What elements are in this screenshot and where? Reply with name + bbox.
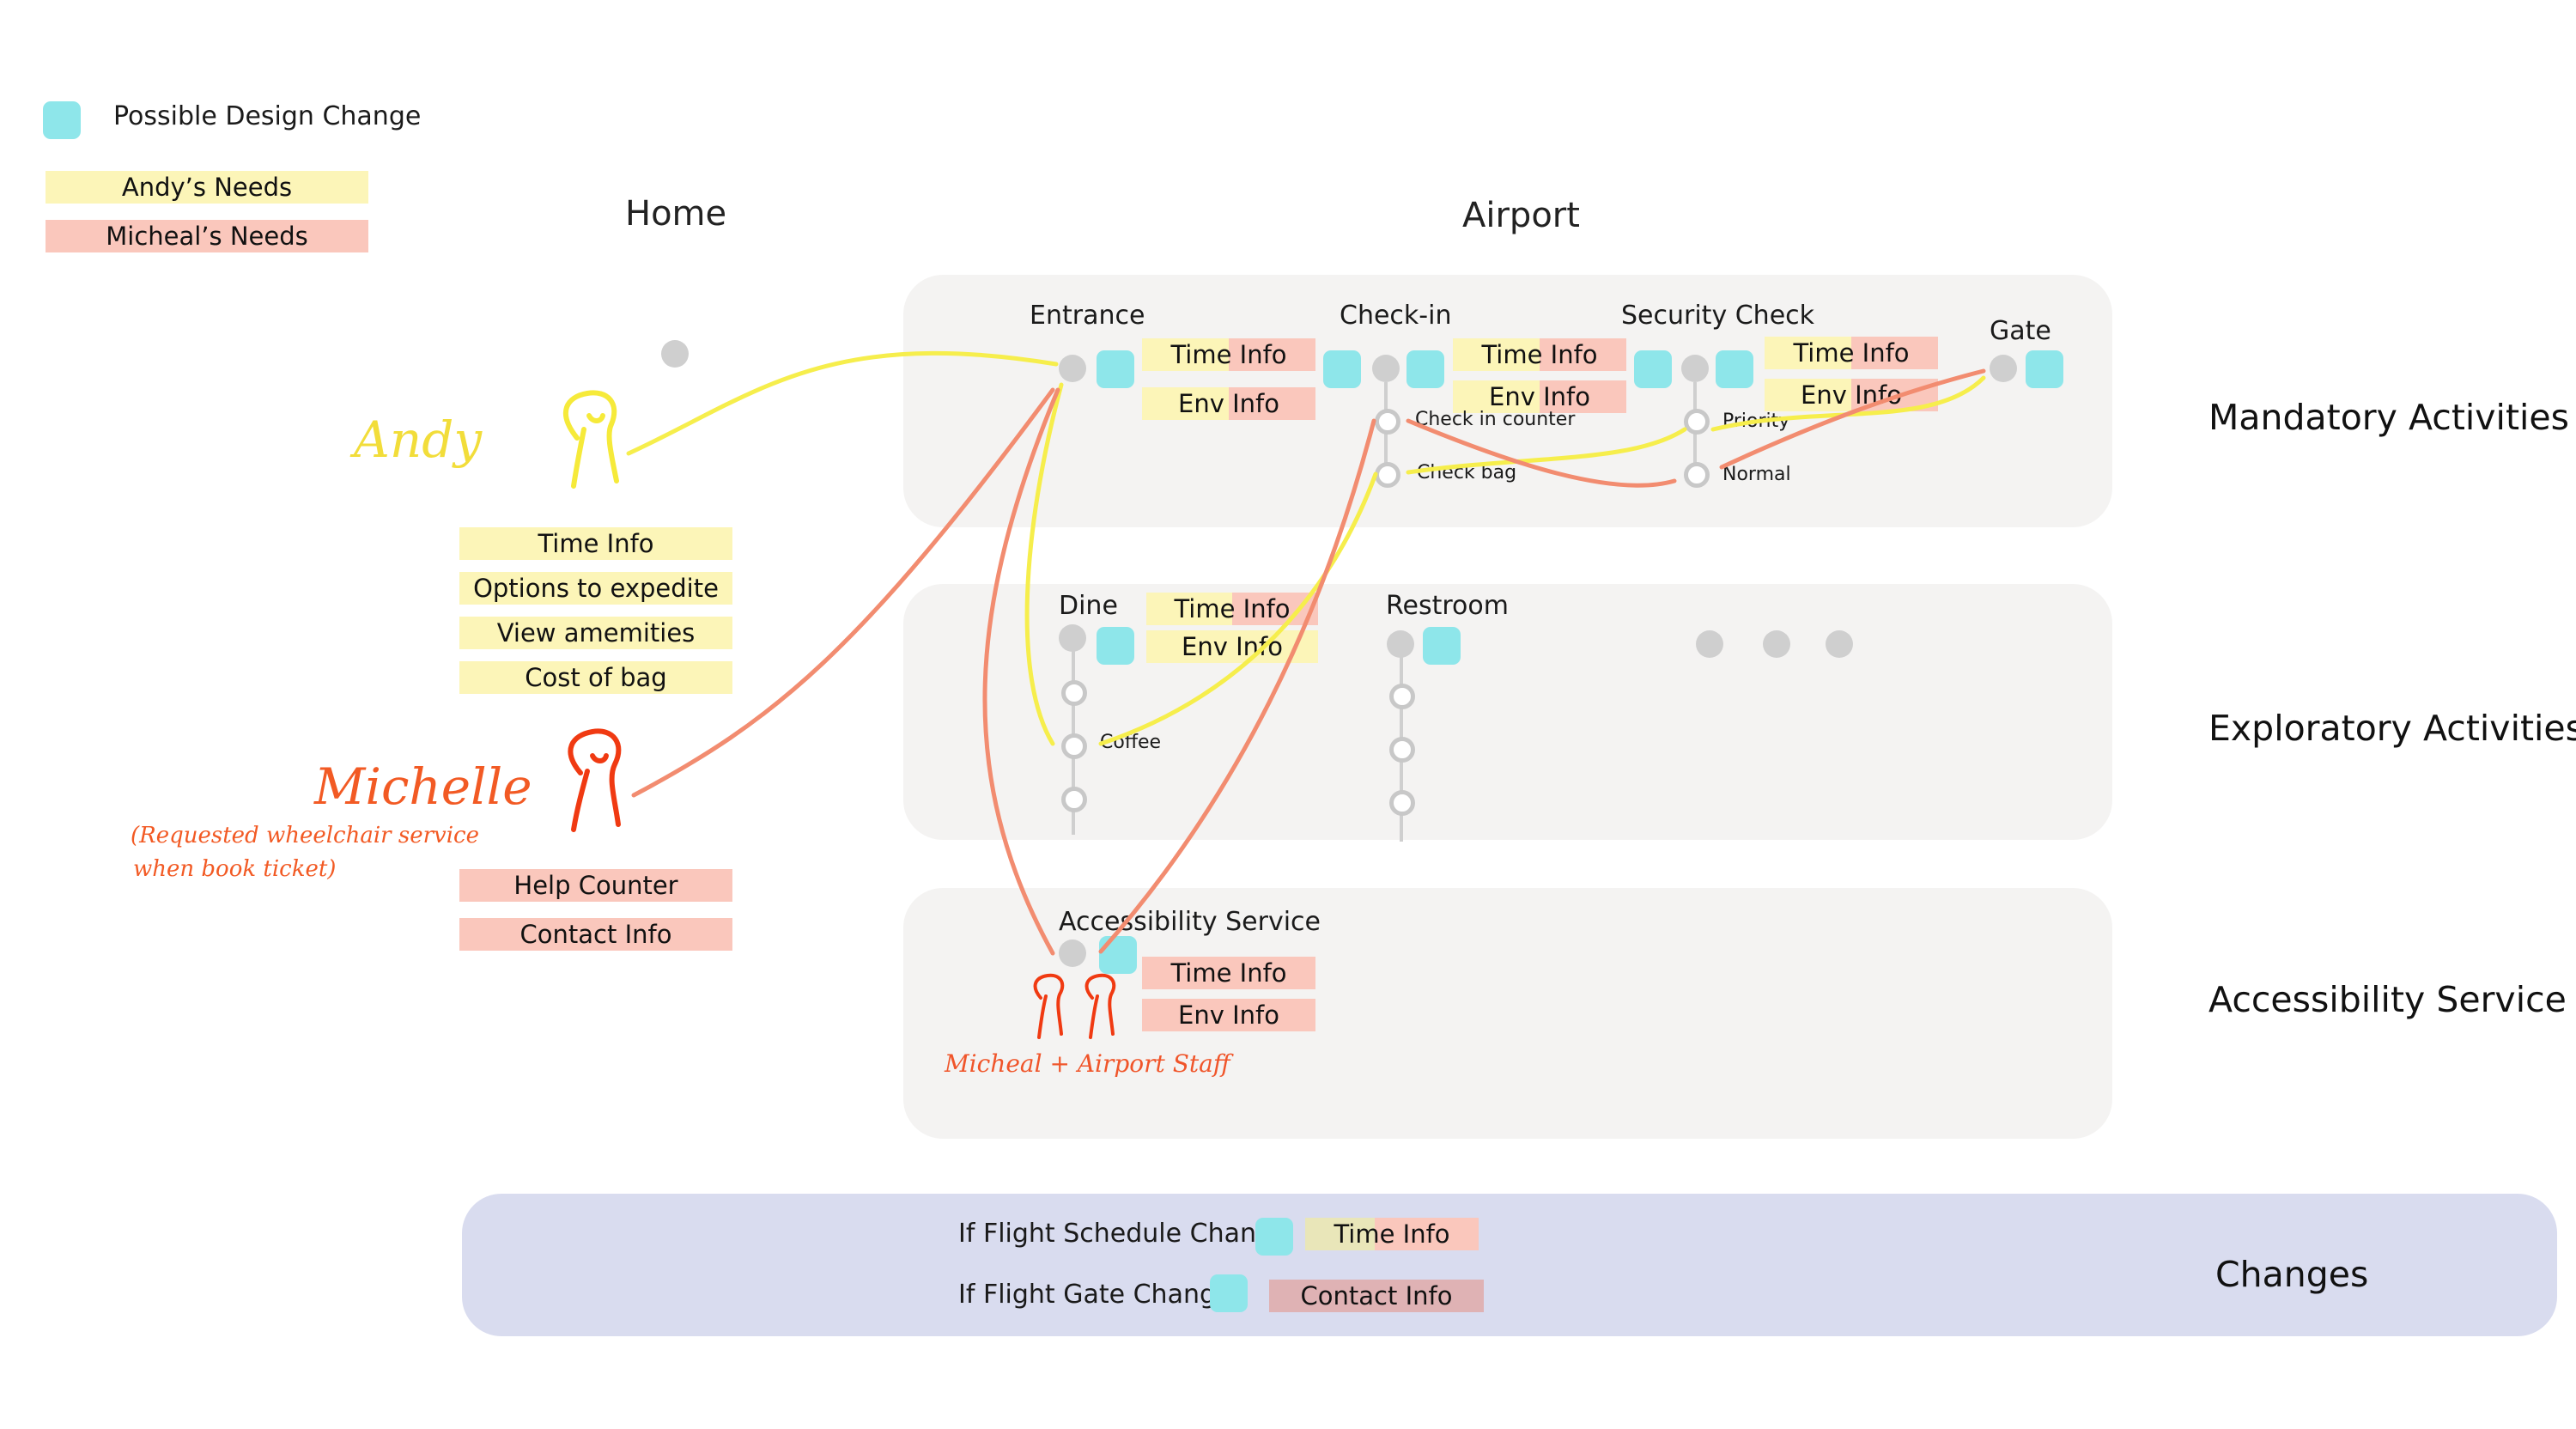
andy-figure	[562, 390, 619, 489]
andy-path-entrance-to-coffee	[1024, 382, 1064, 746]
michelle-path-checkin-to-normal	[1406, 418, 1677, 488]
michelle-path-accessibility-to-checkin	[1098, 418, 1376, 954]
michelle-path-home-to-entrance	[631, 387, 1055, 798]
andy-path-coffee-to-checkbag	[1098, 471, 1378, 746]
journey-paths	[562, 350, 1986, 1039]
michelle-figure	[568, 728, 622, 832]
andy-path-home-to-entrance	[626, 350, 1059, 456]
andy-path-priority-to-gate	[1710, 375, 1986, 432]
micheal-and-staff-figures	[1033, 973, 1116, 1039]
michelle-path-entrance-to-accessibility	[982, 387, 1060, 956]
